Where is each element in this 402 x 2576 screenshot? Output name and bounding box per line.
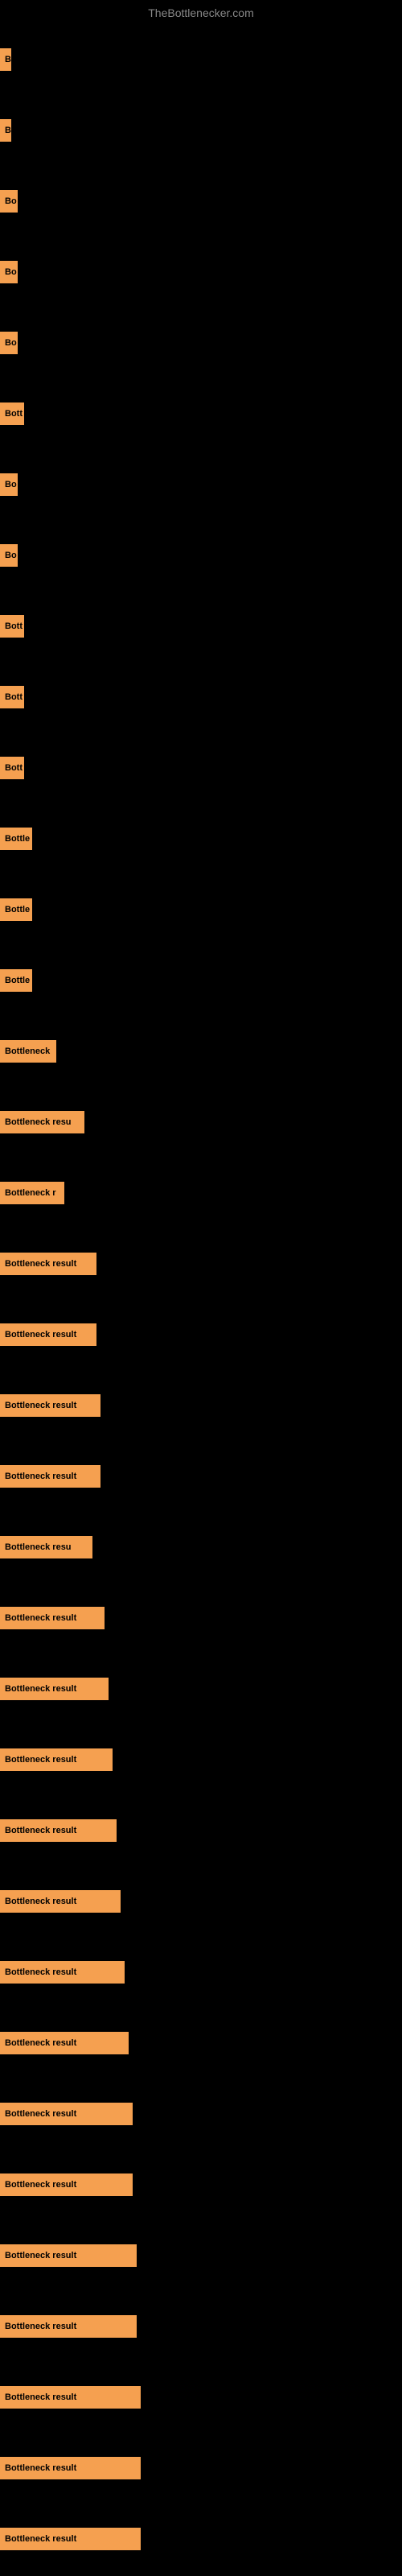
bar-label: Bott bbox=[0, 686, 24, 708]
bar-label: Bottleneck resu bbox=[0, 1111, 84, 1133]
bar-label: Bottleneck result bbox=[0, 1961, 125, 1984]
bar-row: Bottleneck result bbox=[0, 1937, 402, 2008]
bar-row: Bottleneck result bbox=[0, 1724, 402, 1795]
bar-label: Bottleneck r bbox=[0, 1182, 64, 1204]
bar-row: Bott bbox=[0, 733, 402, 803]
bar-label: Bottleneck resu bbox=[0, 1536, 92, 1558]
bar-row: Bottleneck result bbox=[0, 2433, 402, 2504]
bar-label: Bottle bbox=[0, 898, 32, 921]
bar-row: B bbox=[0, 24, 402, 95]
bar-row: Bottleneck result bbox=[0, 1370, 402, 1441]
bar-row: Bottleneck resu bbox=[0, 1087, 402, 1158]
bar-label: Bottleneck bbox=[0, 1040, 56, 1063]
bar-row: Bottleneck result bbox=[0, 2362, 402, 2433]
bar-row: Bottle bbox=[0, 945, 402, 1016]
bar-label: Bott bbox=[0, 615, 24, 638]
bar-label: Bo bbox=[0, 473, 18, 496]
bar-label: Bott bbox=[0, 402, 24, 425]
bar-label: Bo bbox=[0, 190, 18, 213]
bar-label: Bottleneck result bbox=[0, 2032, 129, 2054]
bar-label: Bottleneck result bbox=[0, 2457, 141, 2479]
bar-label: Bottleneck result bbox=[0, 2315, 137, 2338]
bar-row: Bottle bbox=[0, 874, 402, 945]
bar-row: Bottleneck r bbox=[0, 1158, 402, 1228]
bar-row: Bottleneck result bbox=[0, 1866, 402, 1937]
bar-row: Bottleneck result bbox=[0, 2220, 402, 2291]
bar-row: Bottleneck result bbox=[0, 2504, 402, 2574]
bar-label: Bottleneck result bbox=[0, 1678, 109, 1700]
bar-row: Bo bbox=[0, 449, 402, 520]
bar-row: Bottleneck result bbox=[0, 1299, 402, 1370]
bar-row: Bottleneck result bbox=[0, 1583, 402, 1653]
bar-label: Bottleneck result bbox=[0, 2103, 133, 2125]
bar-label: Bottleneck result bbox=[0, 1253, 96, 1275]
bar-label: Bottleneck result bbox=[0, 1748, 113, 1771]
bar-row: Bottleneck result bbox=[0, 1795, 402, 1866]
bar-label: Bo bbox=[0, 261, 18, 283]
bar-row: Bottleneck result bbox=[0, 2008, 402, 2079]
bar-row: Bottle bbox=[0, 803, 402, 874]
bar-row: Bott bbox=[0, 591, 402, 662]
bar-label: Bo bbox=[0, 332, 18, 354]
bar-row: Bottleneck result bbox=[0, 2291, 402, 2362]
bar-label: Bottleneck result bbox=[0, 1819, 117, 1842]
bar-row: Bottleneck result bbox=[0, 2079, 402, 2149]
bar-row: Bottleneck resu bbox=[0, 1512, 402, 1583]
bar-row: Bo bbox=[0, 308, 402, 378]
bar-row: Bott bbox=[0, 662, 402, 733]
bar-label: Bottleneck result bbox=[0, 1890, 121, 1913]
site-title: TheBottlenecker.com bbox=[0, 0, 402, 26]
bar-label: Bottle bbox=[0, 969, 32, 992]
bar-label: B bbox=[0, 48, 11, 71]
bars-container: B B Bo Bo Bo Bott Bo Bo Bott Bott Bott Bottle Bottle… bbox=[0, 24, 402, 2574]
bar-label: Bottleneck result bbox=[0, 2244, 137, 2267]
bar-row: B bbox=[0, 95, 402, 166]
bar-label: Bottleneck result bbox=[0, 1607, 105, 1629]
bar-label: Bottleneck result bbox=[0, 2386, 141, 2409]
bar-label: Bo bbox=[0, 544, 18, 567]
bar-label: Bottleneck result bbox=[0, 2528, 141, 2550]
bar-label: Bottleneck result bbox=[0, 1465, 100, 1488]
bar-label: Bottleneck result bbox=[0, 1394, 100, 1417]
bar-label: Bottle bbox=[0, 828, 32, 850]
bar-row: Bo bbox=[0, 520, 402, 591]
bar-label: Bottleneck result bbox=[0, 2174, 133, 2196]
bar-row: Bo bbox=[0, 237, 402, 308]
bar-row: Bottleneck bbox=[0, 1016, 402, 1087]
bar-row: Bottleneck result bbox=[0, 2149, 402, 2220]
bar-row: Bott bbox=[0, 378, 402, 449]
bar-row: Bo bbox=[0, 166, 402, 237]
bar-row: Bottleneck result bbox=[0, 1441, 402, 1512]
bar-row: Bottleneck result bbox=[0, 1653, 402, 1724]
bar-row: Bottleneck result bbox=[0, 1228, 402, 1299]
bar-label: B bbox=[0, 119, 11, 142]
bar-label: Bottleneck result bbox=[0, 1323, 96, 1346]
bar-label: Bott bbox=[0, 757, 24, 779]
